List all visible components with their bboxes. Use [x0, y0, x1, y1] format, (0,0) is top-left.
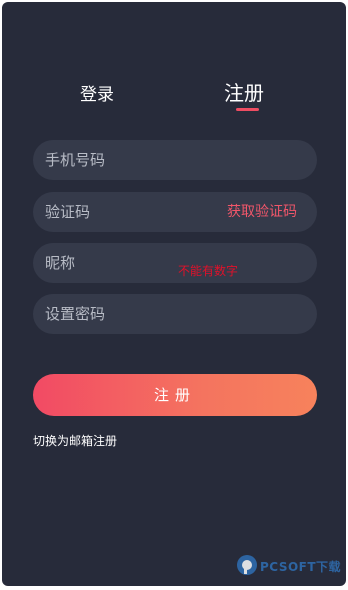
tab-active-indicator: [236, 108, 259, 111]
switch-to-email-link[interactable]: 切换为邮箱注册: [33, 432, 117, 449]
nickname-field: 不能有数字: [33, 243, 317, 283]
tab-register[interactable]: 注册: [224, 77, 264, 106]
verification-code-input[interactable]: [45, 192, 215, 232]
watermark-text: PCSOFT下载: [260, 560, 342, 574]
pcsoft-logo-icon: [237, 555, 257, 575]
get-code-button[interactable]: 获取验证码: [227, 192, 297, 232]
register-screen: 登录 注册 获取验证码 不能有数字 注册 切换为邮箱注册 PCSOFT下载: [2, 2, 346, 586]
register-button[interactable]: 注册: [33, 374, 317, 416]
verification-code-field: 获取验证码: [33, 192, 317, 232]
password-field: [33, 294, 317, 334]
password-input[interactable]: [45, 294, 215, 334]
phone-input[interactable]: [45, 140, 215, 180]
phone-field: [33, 140, 317, 180]
nickname-error-message: 不能有数字: [178, 264, 239, 278]
tab-login[interactable]: 登录: [80, 80, 114, 105]
auth-tabs: 登录 注册: [2, 74, 346, 114]
